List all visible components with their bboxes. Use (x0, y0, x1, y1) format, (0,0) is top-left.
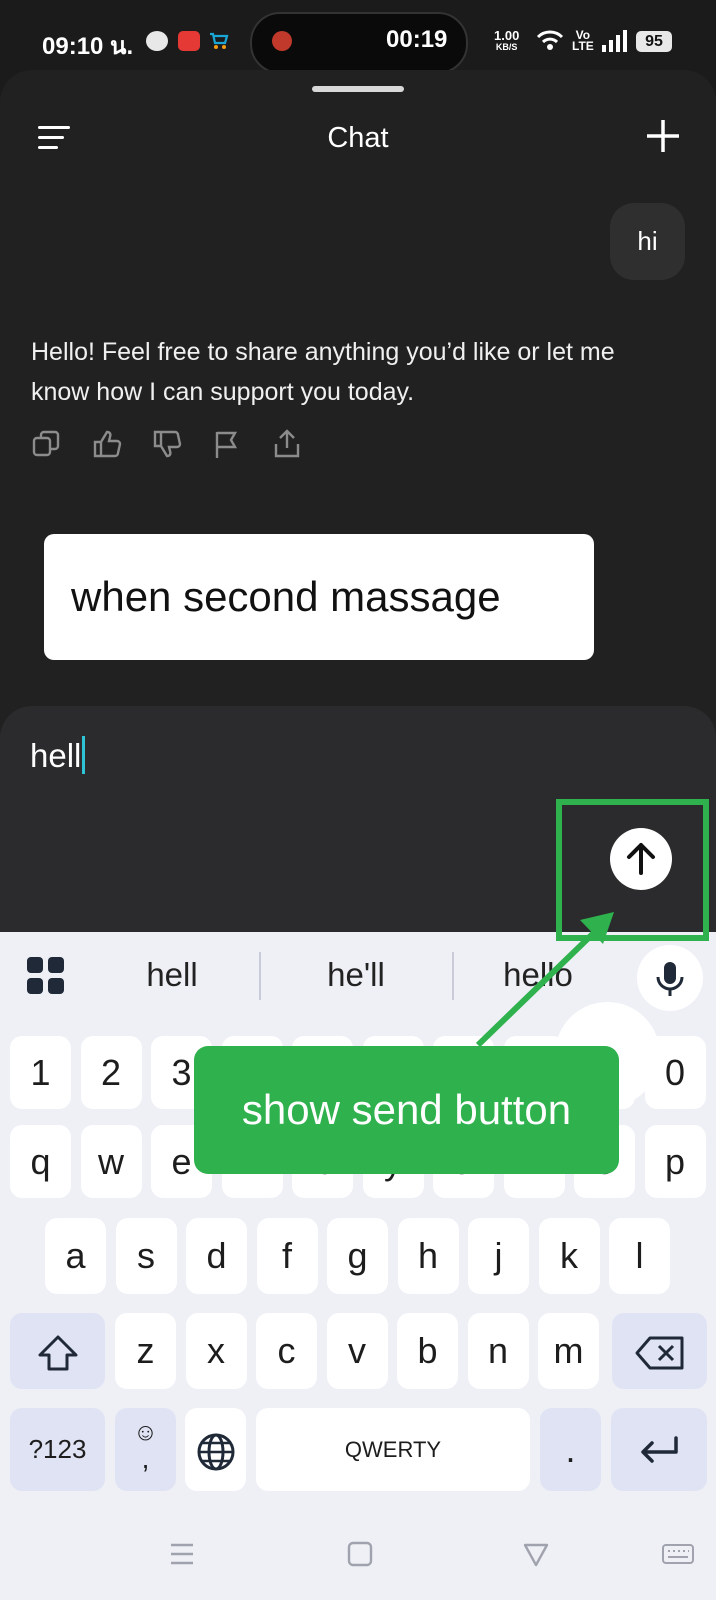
square-icon (347, 1541, 373, 1567)
keyboard-icon (662, 1544, 694, 1564)
recents-button[interactable] (168, 1540, 196, 1573)
home-button[interactable] (346, 1540, 374, 1573)
send-button-highlight (556, 799, 709, 941)
menu-lines-icon (171, 1543, 193, 1565)
keyboard-switch-button[interactable] (662, 1540, 694, 1573)
back-button[interactable] (522, 1540, 550, 1573)
annotation-callout-bottom: show send button (194, 1046, 619, 1174)
triangle-down-icon (523, 1543, 549, 1567)
